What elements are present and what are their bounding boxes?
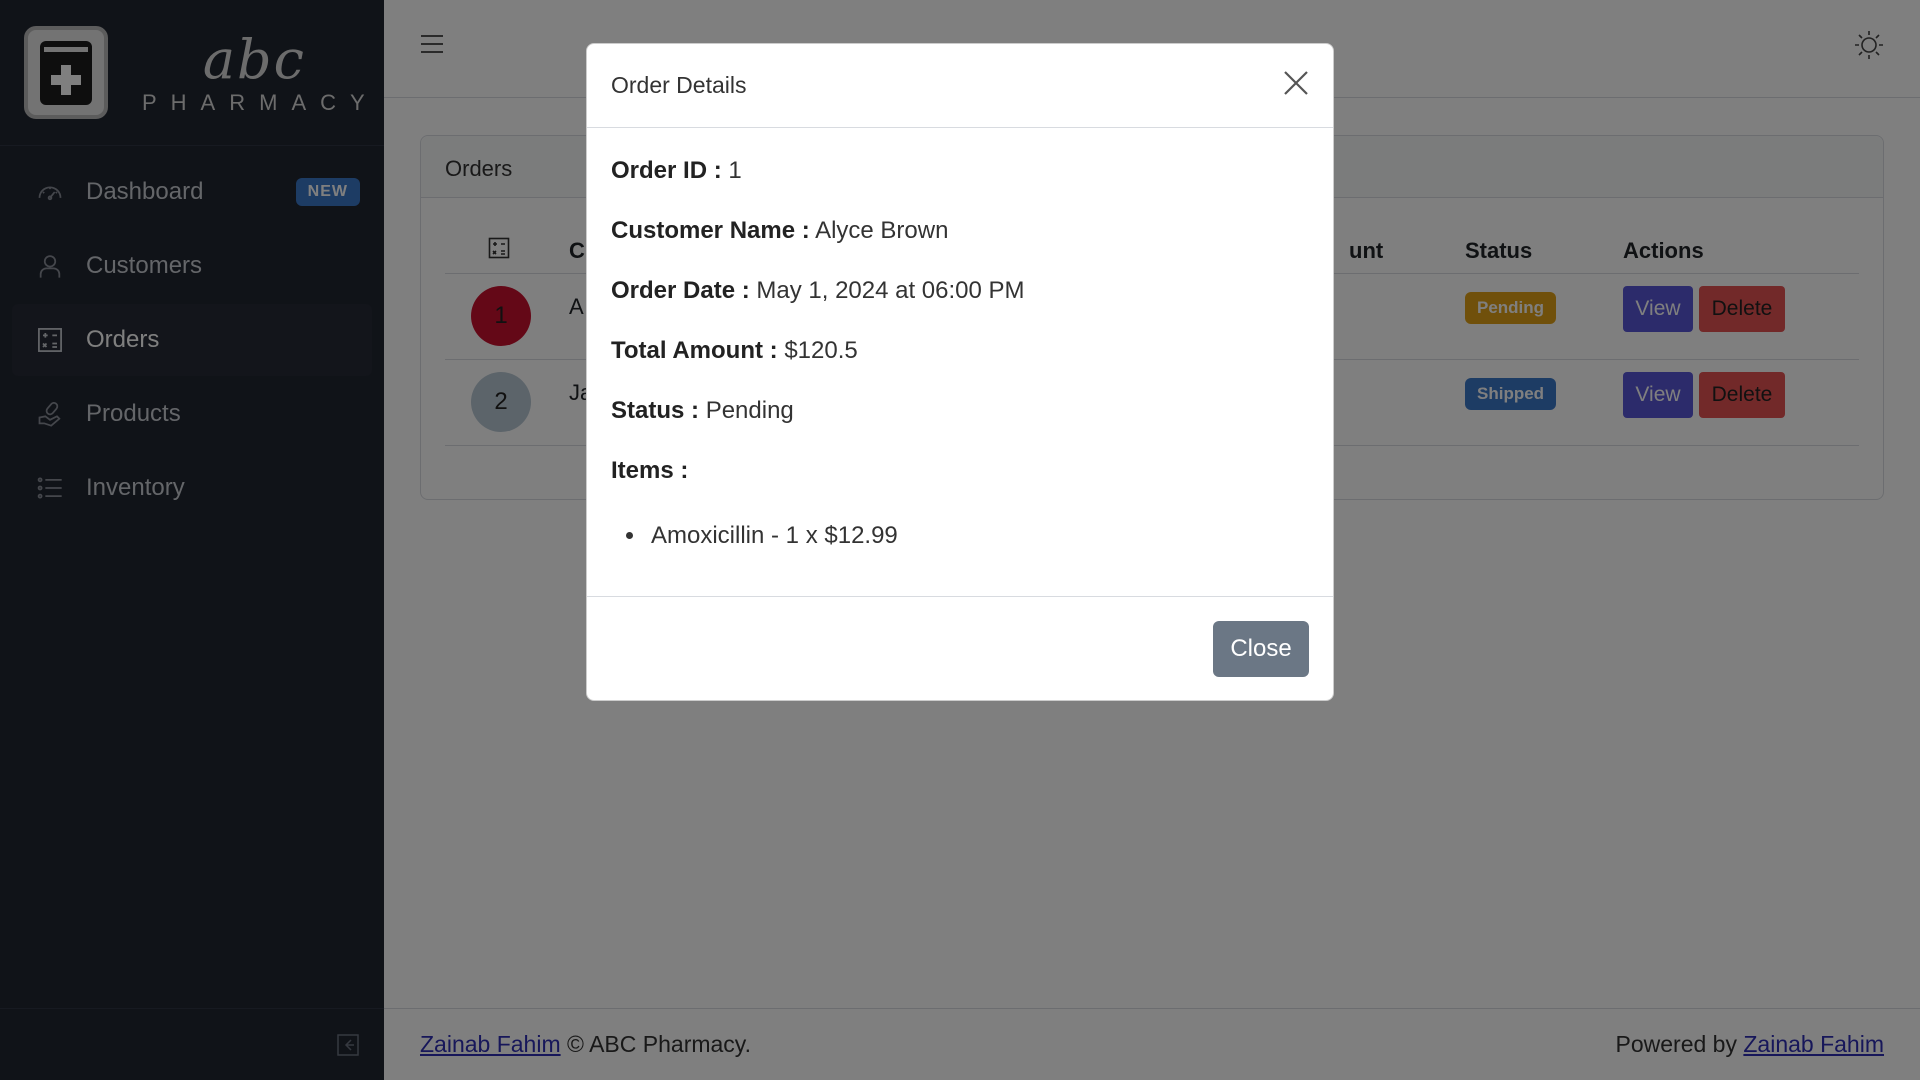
field-value: May 1, 2024 at 06:00 PM [756, 277, 1025, 304]
list-item: Amoxicillin - 1 x $12.99 [647, 516, 1309, 556]
items-label: Items : [611, 457, 689, 484]
items-field: Items : [611, 456, 1309, 516]
field-value: $120.5 [784, 337, 858, 364]
field-label: Order Date : [611, 277, 750, 304]
modal-title: Order Details [611, 72, 747, 98]
field-label: Customer Name : [611, 217, 810, 244]
field-value: 1 [728, 157, 742, 184]
customer-name-field: Customer Name : Alyce Brown [611, 216, 1309, 276]
modal-footer: Close [587, 596, 1333, 700]
order-details-modal: Order Details Order ID : 1 Customer Name… [586, 43, 1334, 701]
modal-body: Order ID : 1 Customer Name : Alyce Brown… [587, 128, 1333, 556]
status-field: Status : Pending [611, 396, 1309, 456]
field-label: Order ID : [611, 157, 722, 184]
order-date-field: Order Date : May 1, 2024 at 06:00 PM [611, 276, 1309, 336]
field-label: Total Amount : [611, 337, 778, 364]
field-value: Pending [705, 397, 794, 424]
field-value: Alyce Brown [815, 217, 949, 244]
close-button[interactable]: Close [1213, 621, 1309, 677]
field-label: Status : [611, 397, 700, 424]
close-icon[interactable] [1281, 68, 1311, 98]
items-list: Amoxicillin - 1 x $12.99 [611, 516, 1309, 556]
total-amount-field: Total Amount : $120.5 [611, 336, 1309, 396]
modal-header: Order Details [587, 44, 1333, 128]
order-id-field: Order ID : 1 [611, 156, 1309, 216]
